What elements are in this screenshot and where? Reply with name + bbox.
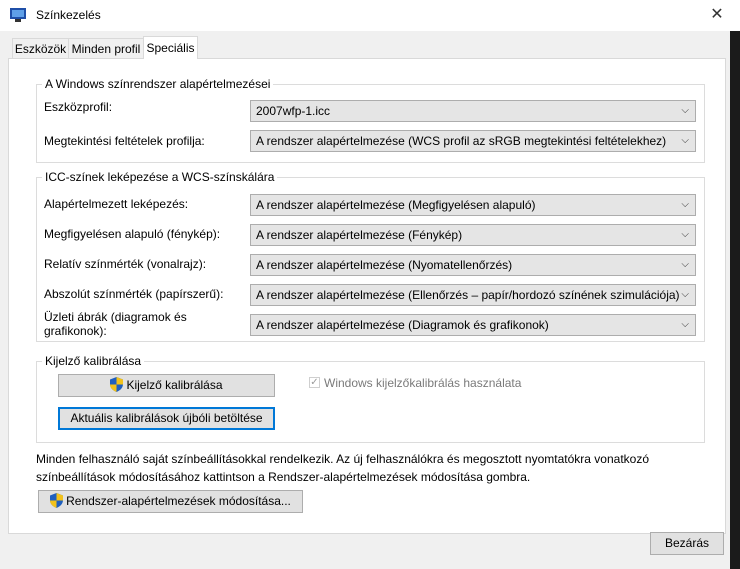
- default-mapping-select[interactable]: A rendszer alapértelmezése (Megfigyelése…: [250, 194, 696, 216]
- perceptual-select[interactable]: A rendszer alapértelmezése (Fénykép) ⌵: [250, 224, 696, 246]
- close-button[interactable]: Bezárás: [650, 532, 724, 555]
- title-bar: Színkezelés ✕: [0, 0, 740, 31]
- chevron-down-icon: ⌵: [681, 289, 689, 300]
- tab-all-profiles[interactable]: Minden profil: [68, 38, 144, 58]
- relative-colorimetric-select[interactable]: A rendszer alapértelmezése (Nyomatellenő…: [250, 254, 696, 276]
- change-system-defaults-button[interactable]: Rendszer-alapértelmezések módosítása...: [38, 490, 303, 513]
- uac-shield-icon: [50, 493, 64, 508]
- chevron-down-icon: ⌵: [681, 259, 689, 270]
- device-profile-select[interactable]: 2007wfp-1.icc ⌵: [250, 100, 696, 122]
- device-profile-label: Eszközprofil:: [44, 100, 113, 114]
- calibrate-display-button[interactable]: Kijelző kalibrálása: [58, 374, 275, 397]
- use-windows-calibration-checkbox[interactable]: ✓: [309, 377, 320, 388]
- business-graphics-label: Üzleti ábrák (diagramok és grafikonok):: [44, 310, 187, 338]
- viewing-conditions-label: Megtekintési feltételek profilja:: [44, 134, 205, 148]
- viewing-conditions-select[interactable]: A rendszer alapértelmezése (WCS profil a…: [250, 130, 696, 152]
- chevron-down-icon: ⌵: [681, 105, 689, 116]
- relative-colorimetric-label: Relatív színmérték (vonalrajz):: [44, 257, 207, 271]
- absolute-colorimetric-label: Abszolút színmérték (papírszerű):: [44, 287, 224, 301]
- perceptual-value: A rendszer alapértelmezése (Fénykép): [256, 228, 463, 242]
- business-graphics-select[interactable]: A rendszer alapértelmezése (Diagramok és…: [250, 314, 696, 336]
- calibration-legend: Kijelző kalibrálása: [42, 354, 145, 368]
- chevron-down-icon: ⌵: [681, 199, 689, 210]
- tab-advanced[interactable]: Speciális: [143, 36, 198, 59]
- use-windows-calibration-label: Windows kijelzőkalibrálás használata: [324, 376, 522, 390]
- close-icon[interactable]: ✕: [706, 4, 728, 26]
- tab-devices[interactable]: Eszközök: [12, 38, 69, 58]
- perceptual-label: Megfigyelésen alapuló (fénykép):: [44, 227, 221, 241]
- chevron-down-icon: ⌵: [681, 319, 689, 330]
- business-graphics-value: A rendszer alapértelmezése (Diagramok és…: [256, 318, 549, 332]
- absolute-colorimetric-value: A rendszer alapértelmezése (Ellenőrzés –…: [256, 288, 680, 302]
- device-profile-value: 2007wfp-1.icc: [256, 104, 331, 118]
- absolute-colorimetric-select[interactable]: A rendszer alapértelmezése (Ellenőrzés –…: [250, 284, 696, 306]
- color-management-icon: [10, 8, 26, 22]
- icc-mapping-legend: ICC-színek leképezése a WCS-színskálára: [42, 170, 278, 184]
- windows-defaults-legend: A Windows színrendszer alapértelmezései: [42, 77, 274, 91]
- window-title: Színkezelés: [36, 8, 101, 22]
- reload-calibrations-button[interactable]: Aktuális kalibrálások újbóli betöltése: [58, 407, 275, 430]
- relative-colorimetric-value: A rendszer alapértelmezése (Nyomatellenő…: [256, 258, 513, 272]
- default-mapping-value: A rendszer alapértelmezése (Megfigyelése…: [256, 198, 536, 212]
- change-system-defaults-label: Rendszer-alapértelmezések módosítása...: [66, 494, 291, 508]
- chevron-down-icon: ⌵: [681, 229, 689, 240]
- default-mapping-label: Alapértelmezett leképezés:: [44, 197, 189, 211]
- viewing-conditions-value: A rendszer alapértelmezése (WCS profil a…: [256, 134, 667, 148]
- background-strip: [730, 31, 740, 569]
- calibrate-display-label: Kijelző kalibrálása: [126, 378, 223, 392]
- info-text: Minden felhasználó saját színbeállítások…: [36, 452, 649, 484]
- chevron-down-icon: ⌵: [681, 135, 689, 146]
- uac-shield-icon: [110, 377, 124, 392]
